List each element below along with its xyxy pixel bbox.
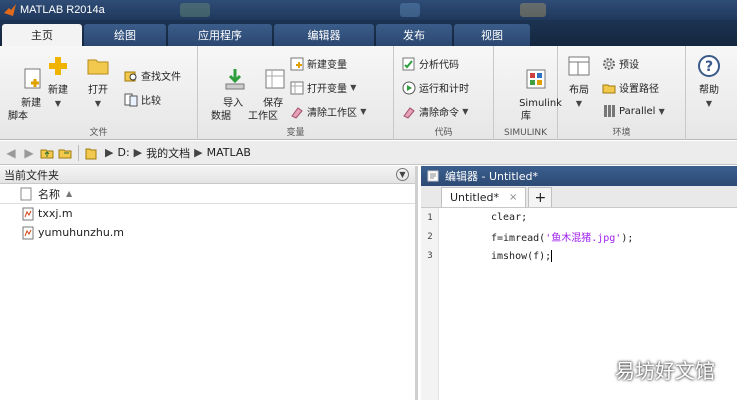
svg-text:?: ? (705, 59, 713, 75)
compare-icon (124, 93, 138, 106)
clear-workspace-icon (291, 106, 303, 119)
address-bar: ◀ ▶ ▶ D: ▶ 我的文档 ▶ MATLAB (0, 141, 737, 165)
simulink-group: Simulink 库 SIMULINK (494, 46, 562, 140)
folder-open-icon (87, 59, 109, 75)
new-script-button[interactable]: 新建 脚本 (2, 54, 41, 136)
set-path-button[interactable]: 设置路径 (602, 80, 659, 95)
open-button[interactable]: 打开 ▼ (82, 54, 114, 110)
parallel-button[interactable]: Parallel ▼ (602, 104, 665, 118)
sort-ascending-icon: ▲ (66, 189, 73, 198)
save-workspace-button[interactable]: 保存 工作区 (244, 54, 285, 136)
up-folder-icon[interactable] (40, 146, 54, 160)
find-files-icon (124, 71, 137, 81)
folder-icon (85, 148, 97, 159)
ribbon-tabs: 主页 绘图 应用程序 编辑器 发布 视图 (0, 20, 737, 46)
variable-group-label: 变量 (286, 128, 305, 138)
find-files-button[interactable]: 查找文件 (124, 68, 181, 83)
path-segment-documents[interactable]: 我的文档 (146, 145, 190, 161)
close-icon[interactable]: × (509, 192, 517, 203)
simulink-icon (526, 69, 546, 89)
tab-untitled[interactable]: Untitled* × (441, 187, 527, 207)
save-workspace-icon (265, 69, 285, 89)
path-separator-icon: ▶ (105, 146, 114, 159)
run-and-time-icon (402, 81, 416, 94)
path-segment-matlab[interactable]: MATLAB (207, 146, 251, 159)
current-folder-panel: 当前文件夹 ▼ 名称 ▲ txxj.m yumuhunzhu.m (0, 166, 418, 400)
browse-folder-icon[interactable] (58, 146, 72, 160)
tab-apps[interactable]: 应用程序 (168, 24, 272, 46)
code-area[interactable]: 1 clear; 2 f=imread('鱼木混猪.jpg'); 3 imsho… (421, 208, 737, 400)
environment-group-label: 环境 (612, 128, 631, 138)
help-icon: ? (698, 55, 720, 77)
parallel-icon (604, 105, 615, 117)
window-title: MATLAB R2014a (20, 4, 105, 16)
new-button[interactable]: 新建 ▼ (42, 54, 74, 110)
file-item[interactable]: txxj.m (0, 204, 415, 223)
code-group: 分析代码 运行和计时 清除命令 ▼ 代码 (394, 46, 494, 140)
help-button[interactable]: ? 帮助 ▼ (692, 54, 726, 110)
file-group: 新建 脚本 新建 ▼ 打开 ▼ 查找文件 比较 文件 (0, 46, 198, 140)
file-column-icon (20, 187, 32, 200)
simulink-library-button[interactable]: Simulink 库 (500, 54, 562, 136)
path-separator-icon: ▶ (133, 146, 143, 159)
ribbon: 新建 脚本 新建▼ 打开▼ 查找文件 比较 文件 导入 数据 保存 工作区 (0, 46, 737, 140)
back-arrow-icon[interactable]: ◀ (4, 146, 18, 160)
gear-icon (603, 57, 615, 70)
tab-editor[interactable]: 编辑器 (274, 24, 374, 46)
compare-button[interactable]: 比较 (124, 92, 161, 107)
code-line: 1 clear; (427, 212, 528, 223)
path-segment-drive[interactable]: D: (117, 146, 129, 159)
new-variable-button[interactable]: 新建变量 (290, 56, 347, 71)
import-data-button[interactable]: 导入 数据 (204, 54, 245, 136)
title-bar: MATLAB R2014a (0, 0, 737, 20)
plus-icon (49, 57, 67, 75)
preferences-button[interactable]: 预设 (602, 56, 639, 71)
add-tab-button[interactable]: + (528, 187, 553, 207)
analyze-code-button[interactable]: 分析代码 (402, 56, 459, 71)
simulink-group-label: SIMULINK (503, 128, 548, 138)
variable-group: 导入 数据 保存 工作区 新建变量 打开变量 ▼ 清除工作区 ▼ 变量 (198, 46, 394, 140)
forward-arrow-icon[interactable]: ▶ (22, 146, 36, 160)
panel-menu-icon[interactable]: ▼ (396, 168, 409, 181)
editor-tabs: Untitled* × + (421, 186, 737, 208)
m-file-icon (22, 226, 34, 239)
column-header-name[interactable]: 名称 ▲ (0, 184, 415, 204)
open-variable-button[interactable]: 打开变量 ▼ (290, 80, 356, 95)
code-line: 2 f=imread('鱼木混猪.jpg'); (427, 231, 634, 245)
code-group-label: 代码 (434, 128, 453, 138)
tab-home[interactable]: 主页 (2, 24, 82, 46)
path-separator-icon: ▶ (194, 146, 203, 159)
editor-icon (427, 170, 439, 182)
clear-workspace-button[interactable]: 清除工作区 ▼ (290, 104, 366, 119)
tab-publish[interactable]: 发布 (376, 24, 452, 46)
m-file-icon (22, 207, 34, 220)
help-group: ? 帮助 ▼ (686, 46, 737, 140)
string-literal: '鱼木混猪.jpg' (545, 233, 622, 244)
current-folder-title: 当前文件夹 ▼ (0, 166, 415, 184)
layout-button[interactable]: 布局 ▼ (562, 54, 596, 110)
analyze-code-icon (402, 57, 415, 70)
layout-icon (568, 56, 590, 76)
new-variable-icon (290, 57, 304, 70)
editor-title-bar: 编辑器 - Untitled* (421, 166, 737, 186)
environment-group: 布局 ▼ 预设 设置路径 Parallel ▼ 环境 (558, 46, 686, 140)
clear-commands-button[interactable]: 清除命令 ▼ (402, 104, 468, 119)
text-cursor (551, 249, 553, 262)
file-group-label: 文件 (89, 128, 108, 138)
run-and-time-button[interactable]: 运行和计时 (402, 80, 469, 95)
code-line: 3 imshow(f); (427, 249, 553, 262)
matlab-logo-icon (4, 4, 16, 16)
open-variable-icon (290, 81, 304, 94)
tab-view[interactable]: 视图 (454, 24, 530, 46)
tab-plots[interactable]: 绘图 (84, 24, 166, 46)
clear-commands-icon (403, 106, 415, 119)
set-path-icon (602, 84, 616, 93)
watermark: 易坊好文馆 (615, 359, 715, 383)
file-item[interactable]: yumuhunzhu.m (0, 223, 415, 242)
editor-panel: 编辑器 - Untitled* Untitled* × + 1 clear; 2… (421, 166, 737, 400)
